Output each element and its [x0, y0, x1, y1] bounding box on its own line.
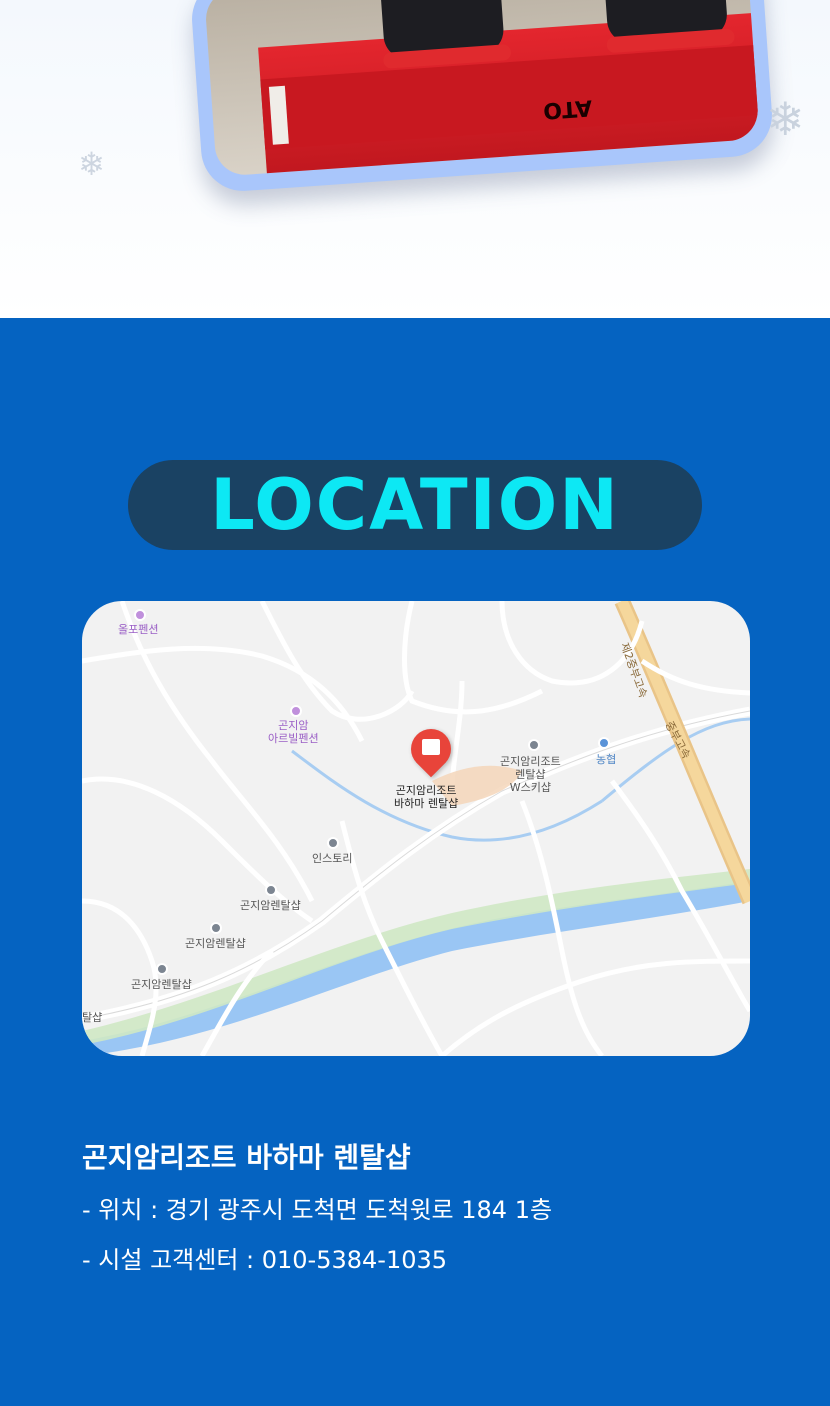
- shop-address: - 위치 : 경기 광주시 도척면 도척윗로 184 1층: [82, 1196, 553, 1224]
- map-label-rental-1: 곤지암렌탈샵: [240, 899, 301, 912]
- snowflake-icon: ❄: [78, 145, 105, 183]
- pension-icon: [134, 609, 146, 621]
- ski-boots-photo: ATO: [204, 0, 760, 177]
- place-icon: [327, 837, 339, 849]
- rental-shop-icon: [156, 963, 168, 975]
- pension-icon: [290, 705, 302, 717]
- rental-shop-icon: [265, 884, 277, 896]
- product-photo-frame: ATO: [189, 0, 775, 194]
- product-photo-section: ATO ❄ ❄: [0, 0, 830, 318]
- rental-shop-icon: [528, 739, 540, 751]
- rental-shop-icon: [210, 922, 222, 934]
- river: [82, 881, 750, 1056]
- map-label-w-ski: 곤지암리조트 렌탈샵 W스키샵: [500, 755, 561, 794]
- map-label-main-pin: 곤지암리조트 바하마 렌탈샵: [394, 784, 459, 810]
- map-label-rental-edge: 탈샵: [82, 1011, 103, 1024]
- map-label-nonghyup: 농협: [596, 753, 617, 766]
- bank-icon: [598, 737, 610, 749]
- location-title-pill: LOCATION: [128, 460, 702, 550]
- map-label-olpo: 올포펜션: [118, 623, 159, 636]
- box-brand-text: ATO: [542, 94, 593, 123]
- map-label-rental-2: 곤지암렌탈샵: [185, 937, 246, 950]
- building-icon: [422, 739, 440, 755]
- snowflake-icon: ❄: [766, 92, 805, 146]
- shop-name: 곤지암리조트 바하마 렌탈샵: [82, 1141, 411, 1174]
- location-section: LOCATION 올포펜션 곤지암 아르빌펜션 곤지암리조트 바하마 렌탈샵 곤…: [0, 318, 830, 1406]
- location-map[interactable]: 올포펜션 곤지암 아르빌펜션 곤지암리조트 바하마 렌탈샵 곤지암리조트 렌탈샵…: [82, 601, 750, 1056]
- map-label-rental-3: 곤지암렌탈샵: [131, 978, 192, 991]
- shop-phone[interactable]: - 시설 고객센터 : 010-5384-1035: [82, 1240, 447, 1275]
- map-label-instory: 인스토리: [312, 852, 353, 865]
- map-label-gonjiam-art: 곤지암 아르빌펜션: [268, 719, 319, 745]
- location-title: LOCATION: [210, 464, 620, 546]
